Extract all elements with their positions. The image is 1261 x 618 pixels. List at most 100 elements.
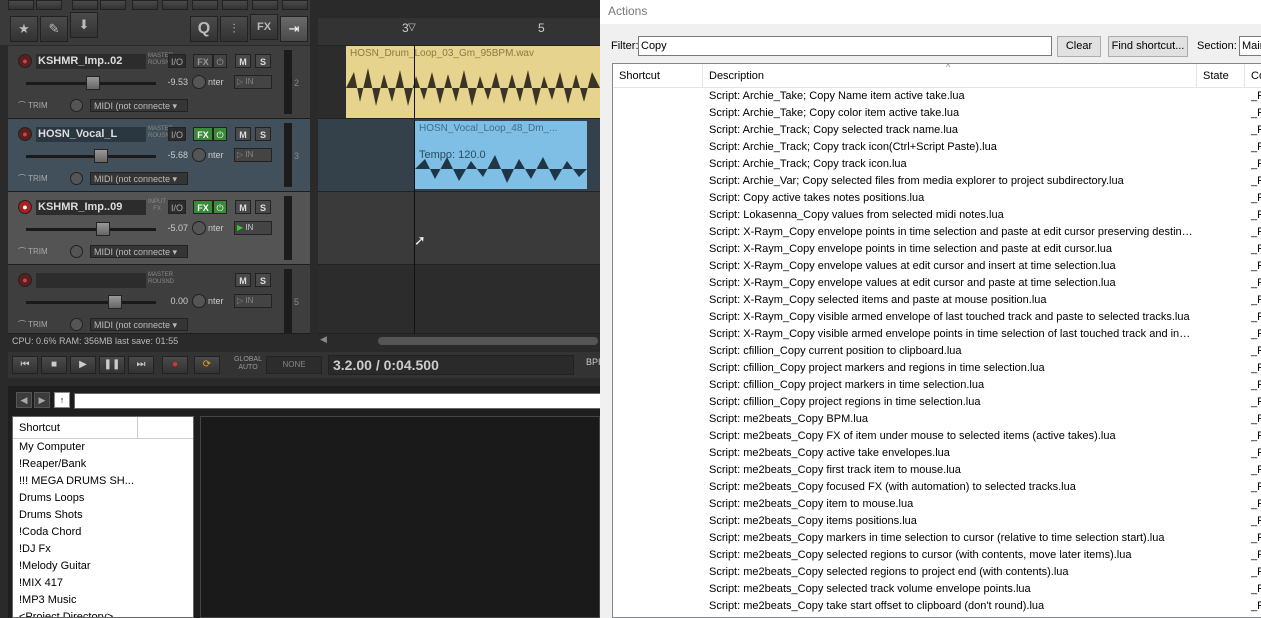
favorites-icon[interactable]: ★ <box>10 16 38 42</box>
midi-input-select[interactable]: MIDI (not connecte ▾ <box>90 99 188 112</box>
route-label[interactable]: MASTER ROUSND <box>148 126 174 142</box>
trim-button[interactable]: ⌒ TRIM <box>18 318 60 331</box>
pan-knob[interactable] <box>192 148 206 162</box>
horizontal-scrollbar[interactable]: ◀ <box>318 334 600 348</box>
actions-list[interactable]: Shortcut Description State Co ^ Script: … <box>612 63 1261 618</box>
route-label[interactable]: MASTER ROUSND <box>148 53 174 69</box>
clear-button[interactable]: Clear <box>1057 36 1101 57</box>
table-row[interactable]: Script: me2beats_Copy selected regions t… <box>613 564 1261 581</box>
fx-bypass-icon[interactable]: ⏻ <box>213 127 227 141</box>
toolbar-top-button-1[interactable] <box>8 0 34 10</box>
list-item[interactable]: <Project Directory> <box>13 609 193 617</box>
back-button[interactable]: ◀ <box>16 392 32 408</box>
file-list-pane[interactable] <box>200 416 600 618</box>
toolbar-top-button-3[interactable] <box>72 0 98 10</box>
media-item-vocal-loop[interactable]: HOSN_Vocal_Loop_48_Dm_... Tempo: 120.0 <box>415 121 587 189</box>
column-state[interactable]: State <box>1197 64 1245 88</box>
list-item[interactable]: !Reaper/Bank <box>13 456 193 473</box>
fader-knob[interactable] <box>94 149 108 163</box>
lane-track-4[interactable] <box>318 192 600 265</box>
fader-knob[interactable] <box>96 222 110 236</box>
table-row[interactable]: Script: cfillion_Copy project markers in… <box>613 377 1261 394</box>
track-4[interactable]: ● KSHMR_Imp..09 INPUT FX I/O FX ⏻ M S -5… <box>8 192 310 265</box>
mute-button[interactable]: M <box>235 273 251 287</box>
playhead-marker-icon[interactable]: ▽ <box>408 22 416 33</box>
column-shortcut[interactable]: Shortcut <box>613 64 703 88</box>
media-item-drum-loop[interactable]: HOSN_Drum_Loop_03_Gm_95BPM.wav <box>346 46 600 118</box>
toolbar-top-button-5[interactable] <box>132 0 158 10</box>
table-row[interactable]: Script: Archie_Var; Copy selected files … <box>613 173 1261 190</box>
path-input[interactable] <box>74 393 600 409</box>
shortcut-column-header[interactable]: Shortcut <box>13 417 193 439</box>
go-to-start-button[interactable]: ⏮ <box>12 356 38 374</box>
table-row[interactable]: Script: X-Raym_Copy envelope values at e… <box>613 275 1261 292</box>
forward-button[interactable]: ▶ <box>34 392 50 408</box>
scroll-thumb[interactable] <box>378 337 598 345</box>
input-monitor-button[interactable]: ▷ IN <box>234 148 272 162</box>
go-to-end-button[interactable]: ⏭ <box>128 356 154 374</box>
record-arm-icon[interactable]: ● <box>18 200 32 214</box>
toolbar-top-button-2[interactable] <box>36 0 62 10</box>
table-row[interactable]: Script: Copy active takes notes position… <box>613 190 1261 207</box>
trim-button[interactable]: ⌒ TRIM <box>18 99 60 112</box>
fx-bypass-icon[interactable]: ⏻ <box>213 54 227 68</box>
toolbar-top-button-8[interactable] <box>222 0 248 10</box>
table-row[interactable]: Script: me2beats_Copy items positions.lu… <box>613 513 1261 530</box>
lane-track-2[interactable]: HOSN_Drum_Loop_03_Gm_95BPM.wav <box>318 46 600 119</box>
toolbar-top-button-9[interactable] <box>252 0 278 10</box>
input-monitor-button[interactable]: ▶ IN <box>234 221 272 235</box>
automation-icon[interactable] <box>70 318 83 331</box>
toolbar-top-button-6[interactable] <box>162 0 188 10</box>
list-item[interactable]: !MP3 Music <box>13 592 193 609</box>
global-automation-label[interactable]: GLOBAL AUTO <box>232 356 264 374</box>
io-button[interactable]: I/O <box>168 127 186 141</box>
table-row[interactable]: Script: cfillion_Copy current position t… <box>613 343 1261 360</box>
pan-knob[interactable] <box>192 294 206 308</box>
repeat-button[interactable]: ⟳ <box>194 356 220 374</box>
table-row[interactable]: Script: X-Raym_Copy visible armed envelo… <box>613 309 1261 326</box>
table-row[interactable]: Script: me2beats_Copy selected regions t… <box>613 547 1261 564</box>
route-label[interactable]: INPUT FX <box>148 199 166 215</box>
toolbar-top-button-7[interactable] <box>192 0 218 10</box>
snap-icon[interactable]: ⇥ <box>280 16 308 42</box>
table-row[interactable]: Script: Archie_Take; Copy Name item acti… <box>613 88 1261 105</box>
table-row[interactable]: Script: Lokasenna_Copy values from selec… <box>613 207 1261 224</box>
volume-fader[interactable] <box>26 295 156 309</box>
mute-button[interactable]: M <box>235 200 251 214</box>
trim-button[interactable]: ⌒ TRIM <box>18 172 60 185</box>
search-icon[interactable]: Q <box>190 16 218 42</box>
table-row[interactable]: Script: X-Raym_Copy envelope points in t… <box>613 224 1261 241</box>
table-row[interactable]: Script: me2beats_Copy markers in time se… <box>613 530 1261 547</box>
automation-mode-button[interactable]: NONE <box>266 356 322 374</box>
edit-icon[interactable]: ✎ <box>40 16 68 42</box>
table-row[interactable]: Script: me2beats_Copy take start offset … <box>613 598 1261 615</box>
arrange-view[interactable]: 3 ▽ 5 HOSN_Drum_Loop_03_Gm_95BPM.wav HOS… <box>318 18 600 334</box>
up-folder-button[interactable]: ↑ <box>54 392 70 408</box>
solo-button[interactable]: S <box>255 200 271 214</box>
table-row[interactable]: Script: Archie_Track; Copy selected trac… <box>613 122 1261 139</box>
track-name[interactable]: KSHMR_Imp..09 <box>36 200 146 215</box>
fx-button[interactable]: FX <box>193 54 213 68</box>
table-row[interactable]: Script: cfillion_Copy project regions in… <box>613 394 1261 411</box>
download-icon[interactable]: ⬇ <box>70 12 98 38</box>
solo-button[interactable]: S <box>255 127 271 141</box>
table-row[interactable]: Script: me2beats_Copy focused FX (with a… <box>613 479 1261 496</box>
list-item[interactable]: Drums Shots <box>13 507 193 524</box>
solo-button[interactable]: S <box>255 273 271 287</box>
stop-button[interactable]: ■ <box>41 356 67 374</box>
time-display[interactable]: 3.2.00 / 0:04.500 <box>328 355 574 375</box>
table-row[interactable]: Script: me2beats_Copy active take envelo… <box>613 445 1261 462</box>
track-5[interactable]: ● MASTER ROUSND M S 0.00 nter ▷ IN ⌒ TRI… <box>8 265 310 334</box>
track-name[interactable] <box>36 273 146 288</box>
list-item[interactable]: !DJ Fx <box>13 541 193 558</box>
fx-button[interactable]: FX <box>193 127 213 141</box>
track-2[interactable]: ● KSHMR_Imp..02 MASTER ROUSND I/O FX ⏻ M… <box>8 46 310 119</box>
volume-fader[interactable] <box>26 149 156 163</box>
table-row[interactable]: Script: me2beats_Copy FX of item under m… <box>613 428 1261 445</box>
record-button[interactable]: ● <box>162 356 188 374</box>
list-item[interactable]: !!! MEGA DRUMS SH... <box>13 473 193 490</box>
lane-track-3[interactable]: HOSN_Vocal_Loop_48_Dm_... Tempo: 120.0 <box>318 119 600 192</box>
section-select[interactable]: Main <box>1239 36 1261 56</box>
table-row[interactable]: Script: me2beats_Copy first track item t… <box>613 462 1261 479</box>
trim-button[interactable]: ⌒ TRIM <box>18 245 60 258</box>
